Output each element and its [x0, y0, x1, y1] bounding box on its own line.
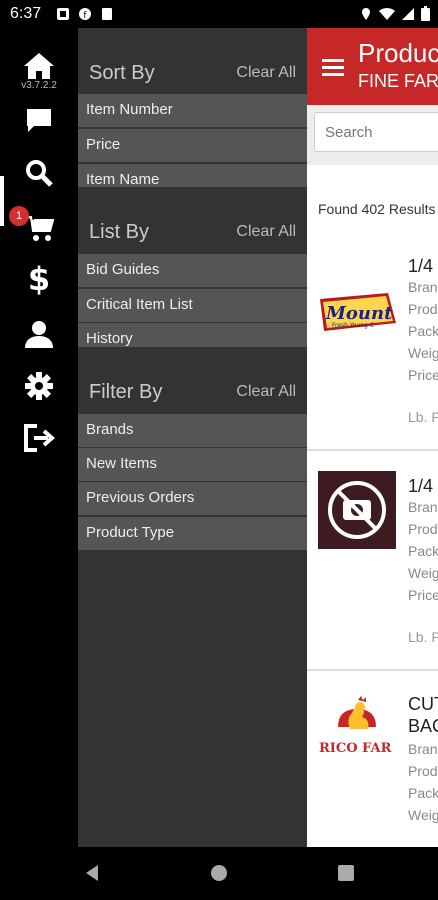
settings-button[interactable]	[0, 366, 78, 406]
filter-option-brands[interactable]: Brands	[78, 414, 307, 447]
filter-option-product-type[interactable]: Product Type	[78, 517, 307, 550]
sort-by-header: Sort By Clear All	[78, 28, 307, 94]
recents-icon[interactable]	[336, 863, 356, 883]
product-card[interactable]: Mount Fresh Young C 1/4 Brand Prod Pack …	[307, 239, 438, 451]
search-bar	[307, 105, 438, 165]
icon-rail: v3.7.2.2 1 $	[0, 28, 78, 847]
signal-icon	[402, 7, 414, 20]
filter-by-title: Filter By	[89, 381, 163, 403]
product-weight: Weig	[408, 565, 438, 581]
menu-icon[interactable]	[322, 58, 344, 76]
product-pack: Pack	[408, 323, 438, 339]
product-code: Prod	[408, 521, 438, 537]
home-circle-icon[interactable]	[209, 863, 229, 883]
status-bar: 6:37 f	[0, 0, 438, 28]
product-name: CUT	[408, 694, 438, 714]
sort-clear-all-button[interactable]: Clear All	[236, 64, 296, 82]
logout-button[interactable]	[0, 418, 78, 458]
product-price: Price	[408, 367, 438, 383]
product-brand: Brand	[408, 279, 438, 295]
product-unit: Lb. P	[408, 409, 438, 425]
product-code: Prod	[408, 763, 438, 779]
sort-option-item-number[interactable]: Item Number	[78, 94, 307, 127]
list-by-header: List By Clear All	[78, 187, 307, 253]
filter-clear-all-button[interactable]: Clear All	[236, 383, 296, 401]
product-unit: Lb. P	[408, 629, 438, 645]
cart-badge: 1	[9, 206, 29, 226]
product-name-line2: BAC	[408, 716, 438, 736]
app-version: v3.7.2.2	[21, 80, 57, 91]
list-option-critical-item-list[interactable]: Critical Item List	[78, 289, 307, 322]
list-option-bid-guides[interactable]: Bid Guides	[78, 254, 307, 287]
sort-by-title: Sort By	[89, 62, 155, 84]
product-pack: Pack	[408, 785, 438, 801]
card-divider	[307, 449, 438, 451]
messages-button[interactable]	[0, 100, 78, 140]
card-divider	[307, 669, 438, 671]
filter-by-header: Filter By Clear All	[78, 347, 307, 413]
brand-logo: Mount Fresh Young C	[320, 293, 396, 331]
product-brand: Brand	[408, 499, 438, 515]
location-icon	[362, 7, 370, 20]
product-name: 1/4	[408, 476, 434, 496]
search-nav-button[interactable]	[0, 153, 78, 193]
brand-logo-text: Mount	[325, 303, 393, 324]
battery-icon	[421, 6, 430, 21]
brand-logo-subtext: Fresh Young C	[332, 322, 374, 329]
search-input[interactable]	[314, 112, 438, 152]
list-by-title: List By	[89, 221, 150, 243]
home-icon	[24, 53, 54, 79]
system-nav-bar	[0, 847, 438, 900]
filter-option-previous-orders[interactable]: Previous Orders	[78, 482, 307, 515]
main-content: Products FINE FARMS Found 402 Results Mo…	[307, 28, 438, 847]
product-code: Prod	[408, 301, 438, 317]
product-weight: Weig	[408, 345, 438, 361]
dollar-icon: $	[28, 262, 50, 296]
svg-text:$: $	[28, 262, 50, 296]
product-name: 1/4	[408, 256, 434, 276]
filter-drawer: Sort By Clear All Item Number Price Item…	[78, 28, 307, 847]
product-brand: Brand	[408, 741, 438, 757]
search-icon	[26, 160, 53, 187]
gear-icon	[25, 372, 53, 400]
product-price: Price	[408, 587, 438, 603]
pricing-button[interactable]: $	[0, 259, 78, 299]
chat-icon	[27, 109, 51, 132]
brand-logo: RICO FAR	[319, 696, 392, 756]
page-subtitle: FINE FARMS	[358, 71, 438, 91]
back-icon[interactable]	[82, 863, 102, 883]
results-count: Found 402 Results	[318, 201, 436, 217]
page-title: Products	[358, 38, 438, 68]
sort-option-price[interactable]: Price	[78, 129, 307, 162]
product-pack: Pack	[408, 543, 438, 559]
no-image-icon	[318, 471, 396, 549]
brand-logo-text: RICO FAR	[319, 741, 392, 756]
product-weight: Weig	[408, 807, 438, 823]
status-time: 6:37	[10, 5, 42, 22]
logout-icon	[24, 424, 55, 452]
wifi-icon	[379, 7, 395, 20]
product-card[interactable]: 1/4 Brand Prod Pack Weig Price Lb. P	[307, 459, 438, 671]
list-clear-all-button[interactable]: Clear All	[236, 223, 296, 241]
filter-option-new-items[interactable]: New Items	[78, 448, 307, 481]
notification-icon-c	[102, 8, 112, 20]
profile-button[interactable]	[0, 314, 78, 354]
notification-icon-a	[57, 8, 69, 20]
notification-icon-b: f	[79, 8, 91, 21]
person-icon	[25, 321, 53, 348]
product-card[interactable]: RICO FAR CUT BAC Brand Prod Pack Weig	[307, 679, 438, 847]
app-bar: Products FINE FARMS	[307, 28, 438, 105]
